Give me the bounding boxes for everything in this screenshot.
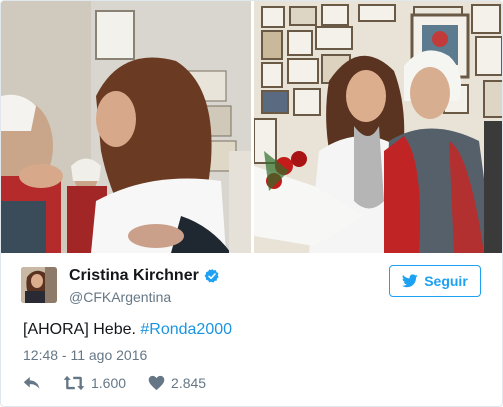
tweet-actions: 1.600 2.845: [23, 375, 228, 391]
follow-button[interactable]: Seguir: [389, 265, 481, 297]
tweet-photos: [1, 1, 502, 253]
tweet-card: Cristina Kirchner @CFKArgentina Seguir […: [0, 0, 503, 407]
hashtag-link[interactable]: #Ronda2000: [140, 321, 232, 338]
retweet-icon: [63, 375, 85, 391]
display-name[interactable]: Cristina Kirchner: [69, 267, 199, 285]
twitter-bird-icon: [402, 274, 418, 288]
reply-button[interactable]: [23, 375, 41, 391]
tweet-photo-1[interactable]: [1, 1, 251, 253]
tweet-text: [AHORA] Hebe. #Ronda2000: [23, 321, 232, 339]
photo-embrace-image: [1, 1, 251, 253]
verified-badge-icon: [204, 269, 219, 283]
heart-icon: [148, 375, 165, 391]
avatar-image: [21, 267, 57, 303]
photo-portrait-image: [254, 1, 502, 253]
retweet-button[interactable]: 1.600: [63, 375, 126, 391]
avatar[interactable]: [21, 267, 57, 303]
like-count: 2.845: [171, 375, 207, 391]
like-button[interactable]: 2.845: [148, 375, 206, 391]
tweet-text-body: [AHORA] Hebe.: [23, 321, 141, 338]
tweet-timestamp[interactable]: 12:48 - 11 ago 2016: [23, 347, 147, 363]
author-name-row: Cristina Kirchner: [69, 267, 220, 285]
retweet-count: 1.600: [91, 375, 127, 391]
tweet-photo-2[interactable]: [254, 1, 502, 253]
follow-button-label: Seguir: [424, 273, 468, 289]
reply-icon: [23, 377, 40, 389]
screen-name[interactable]: @CFKArgentina: [69, 289, 171, 305]
